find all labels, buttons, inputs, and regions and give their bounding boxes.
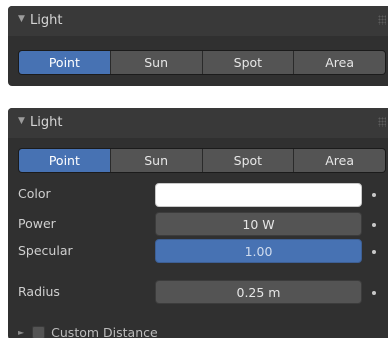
keyframe-dot-icon[interactable] [372,193,376,197]
light-type-area-button[interactable]: Area [294,149,385,172]
light-type-area-button[interactable]: Area [294,51,385,74]
color-swatch[interactable] [155,183,362,207]
light-panel-collapsed-example: ▼ Light Point Sun Spot Area [8,6,388,86]
light-type-point-button[interactable]: Point [19,149,111,172]
light-type-spot-button[interactable]: Spot [202,51,295,74]
custom-distance-subpanel[interactable]: ► Custom Distance [18,324,158,338]
radius-label: Radius [18,284,60,299]
panel-header[interactable]: ▼ Light [8,6,388,36]
drag-grip-icon[interactable] [378,117,386,127]
color-label: Color [18,186,51,201]
light-type-sun-button[interactable]: Sun [110,149,203,172]
power-label: Power [18,216,56,231]
light-type-spot-button[interactable]: Spot [202,149,295,172]
custom-distance-checkbox[interactable] [32,325,46,338]
disclosure-triangle-right-icon[interactable]: ► [18,328,24,337]
power-field[interactable]: 10 W [155,212,362,236]
disclosure-triangle-down-icon[interactable]: ▼ [18,14,25,24]
keyframe-dot-icon[interactable] [372,223,376,227]
disclosure-triangle-down-icon[interactable]: ▼ [18,116,25,126]
light-panel-expanded-example: ▼ Light Point Sun Spot Area Color Power … [8,108,388,338]
light-type-point-button[interactable]: Point [19,51,111,74]
panel-title: Light [30,115,63,130]
drag-grip-icon[interactable] [378,15,386,25]
specular-label: Specular [18,243,73,258]
custom-distance-label: Custom Distance [51,324,158,338]
keyframe-dot-icon[interactable] [372,291,376,295]
light-type-sun-button[interactable]: Sun [110,51,203,74]
panel-title: Light [30,13,63,28]
keyframe-dot-icon[interactable] [372,250,376,254]
light-type-selector: Point Sun Spot Area [18,148,386,173]
radius-field[interactable]: 0.25 m [155,280,362,304]
panel-header[interactable]: ▼ Light [8,108,388,138]
light-type-selector: Point Sun Spot Area [18,50,386,75]
specular-slider[interactable]: 1.00 [155,239,362,263]
